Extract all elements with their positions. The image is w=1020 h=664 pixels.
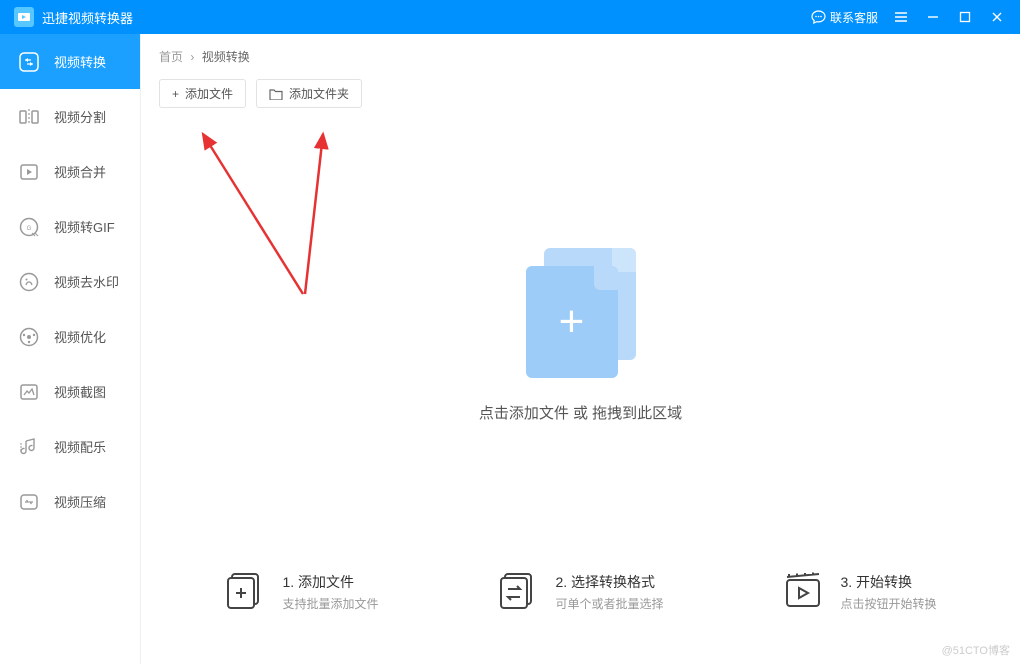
sidebar-item-watermark[interactable]: 视频去水印 bbox=[0, 254, 140, 309]
add-folder-button[interactable]: 添加文件夹 bbox=[256, 79, 362, 108]
sidebar-item-music[interactable]: 视频配乐 bbox=[0, 419, 140, 474]
compress-icon bbox=[18, 491, 40, 513]
minimize-icon[interactable] bbox=[924, 8, 942, 26]
sidebar-item-label: 视频配乐 bbox=[54, 437, 106, 456]
sidebar: 视频转换 视频分割 视频合并 G 视频转GIF 视频去水印 bbox=[0, 34, 141, 664]
step-format-icon bbox=[497, 570, 541, 614]
toolbar: + 添加文件 添加文件夹 bbox=[141, 75, 1020, 118]
gif-icon: G bbox=[18, 216, 40, 238]
sidebar-item-label: 视频转GIF bbox=[54, 217, 115, 236]
plus-icon: + bbox=[172, 87, 179, 101]
titlebar: 迅捷视频转换器 联系客服 bbox=[0, 0, 1020, 34]
close-icon[interactable] bbox=[988, 8, 1006, 26]
split-icon bbox=[18, 106, 40, 128]
step-format: 2. 选择转换格式 可单个或者批量选择 bbox=[497, 570, 663, 614]
sidebar-item-label: 视频截图 bbox=[54, 382, 106, 401]
folder-icon bbox=[269, 88, 283, 100]
breadcrumb-home[interactable]: 首页 bbox=[159, 50, 183, 64]
sidebar-item-merge[interactable]: 视频合并 bbox=[0, 144, 140, 199]
sidebar-item-label: 视频压缩 bbox=[54, 492, 106, 511]
breadcrumb-current: 视频转换 bbox=[202, 50, 250, 64]
step-sub: 可单个或者批量选择 bbox=[555, 595, 663, 612]
sidebar-item-label: 视频合并 bbox=[54, 162, 106, 181]
sidebar-item-split[interactable]: 视频分割 bbox=[0, 89, 140, 144]
merge-icon bbox=[18, 161, 40, 183]
watermark: @51CTO博客 bbox=[942, 642, 1010, 658]
screenshot-icon bbox=[18, 381, 40, 403]
menu-icon[interactable] bbox=[892, 8, 910, 26]
content-area: 首页 › 视频转换 + 添加文件 添加文件夹 bbox=[141, 34, 1020, 664]
step-sub: 点击按钮开始转换 bbox=[840, 595, 936, 612]
sidebar-item-convert[interactable]: 视频转换 bbox=[0, 34, 140, 89]
step-convert-icon bbox=[782, 570, 826, 614]
sidebar-item-gif[interactable]: G 视频转GIF bbox=[0, 199, 140, 254]
app-title: 迅捷视频转换器 bbox=[42, 8, 811, 27]
optimize-icon bbox=[18, 326, 40, 348]
sidebar-item-compress[interactable]: 视频压缩 bbox=[0, 474, 140, 529]
dropzone[interactable]: + 点击添加文件 或 拖拽到此区域 bbox=[141, 118, 1020, 552]
step-convert: 3. 开始转换 点击按钮开始转换 bbox=[782, 570, 936, 614]
step-add-icon bbox=[224, 570, 268, 614]
add-file-button[interactable]: + 添加文件 bbox=[159, 79, 246, 108]
step-title: 2. 选择转换格式 bbox=[555, 572, 663, 592]
breadcrumb: 首页 › 视频转换 bbox=[141, 34, 1020, 75]
steps-row: 1. 添加文件 支持批量添加文件 2. 选择转换格式 可单个或者批量选择 3 bbox=[141, 552, 1020, 664]
watermark-icon bbox=[18, 271, 40, 293]
step-add: 1. 添加文件 支持批量添加文件 bbox=[224, 570, 378, 614]
breadcrumb-separator: › bbox=[190, 50, 194, 64]
sidebar-item-label: 视频分割 bbox=[54, 107, 106, 126]
music-icon bbox=[18, 436, 40, 458]
step-title: 3. 开始转换 bbox=[840, 572, 936, 592]
step-title: 1. 添加文件 bbox=[282, 572, 378, 592]
app-logo-icon bbox=[14, 7, 34, 27]
sidebar-item-label: 视频转换 bbox=[54, 52, 106, 71]
step-sub: 支持批量添加文件 bbox=[282, 595, 378, 612]
svg-text:G: G bbox=[27, 226, 32, 232]
dropzone-text: 点击添加文件 或 拖拽到此区域 bbox=[479, 402, 682, 423]
contact-support-button[interactable]: 联系客服 bbox=[811, 9, 878, 26]
convert-icon bbox=[18, 51, 40, 73]
sidebar-item-label: 视频优化 bbox=[54, 327, 106, 346]
sidebar-item-label: 视频去水印 bbox=[54, 272, 119, 291]
sidebar-item-optimize[interactable]: 视频优化 bbox=[0, 309, 140, 364]
maximize-icon[interactable] bbox=[956, 8, 974, 26]
sidebar-item-screenshot[interactable]: 视频截图 bbox=[0, 364, 140, 419]
dropzone-file-icon: + bbox=[526, 248, 636, 378]
